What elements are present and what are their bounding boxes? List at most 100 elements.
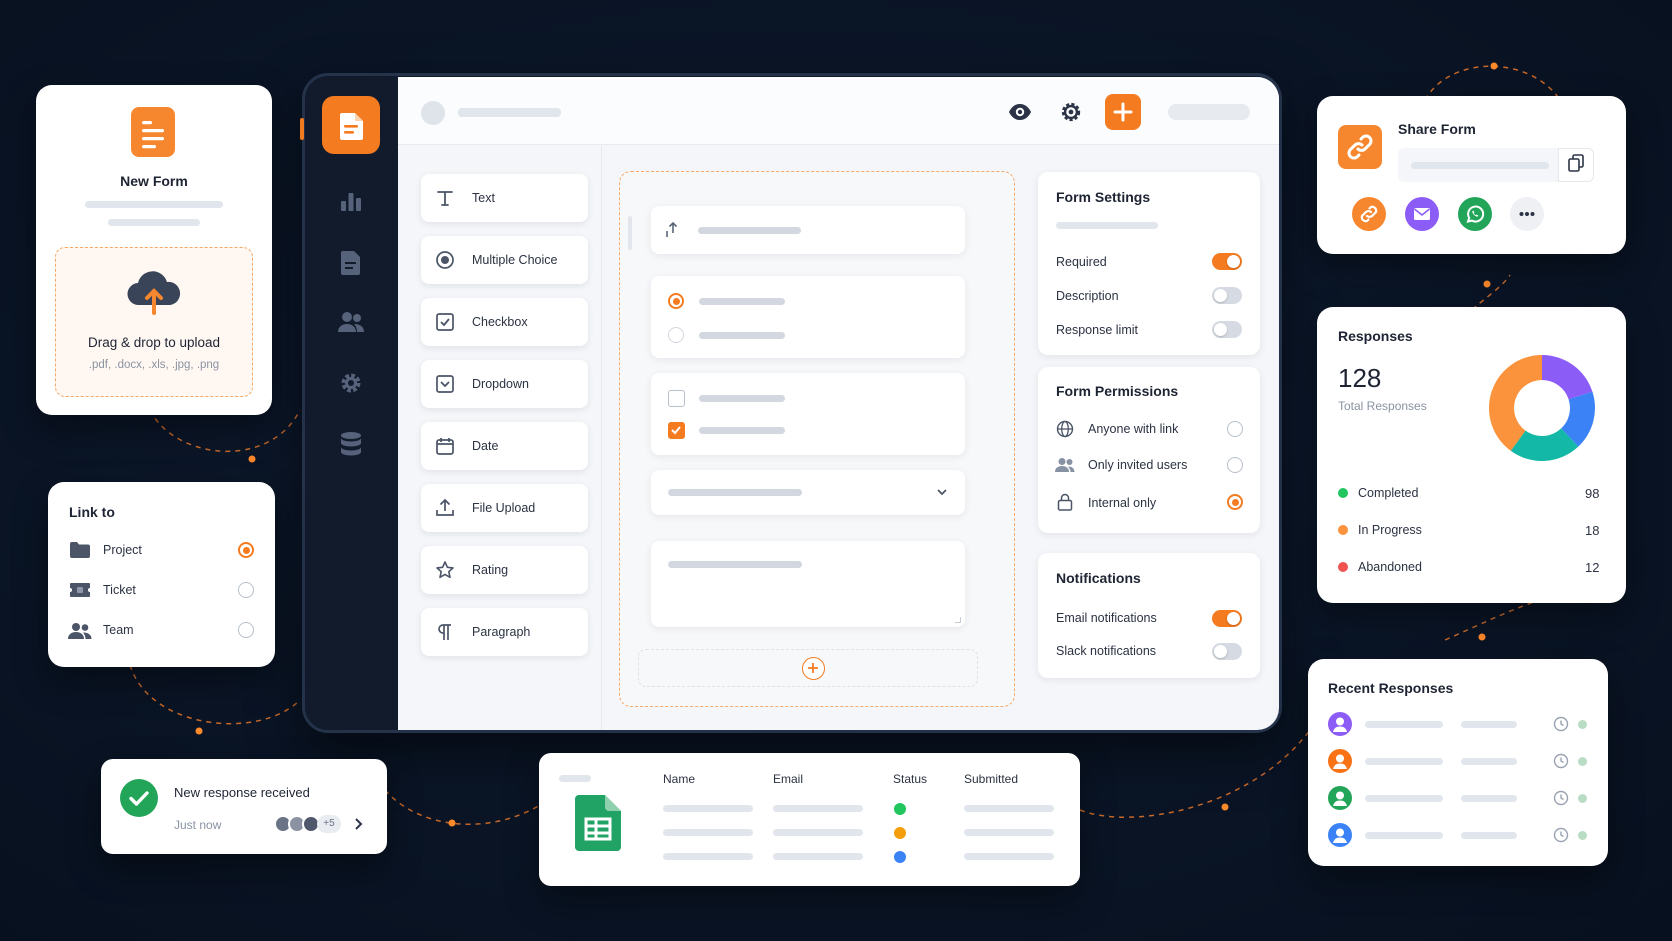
tool-rating[interactable]: Rating xyxy=(421,546,588,594)
list-item[interactable] xyxy=(1328,748,1588,774)
choice-placeholder xyxy=(699,298,785,305)
tool-date[interactable]: Date xyxy=(421,422,588,470)
move-icon xyxy=(665,221,681,239)
tool-label: Paragraph xyxy=(472,625,531,639)
gear-icon[interactable] xyxy=(339,371,363,395)
check-circle-icon xyxy=(120,779,158,817)
lock-icon xyxy=(1057,493,1073,511)
more-icon[interactable] xyxy=(1510,197,1544,231)
recent-responses-title: Recent Responses xyxy=(1328,680,1454,696)
tool-paragraph[interactable]: Paragraph xyxy=(421,608,588,656)
clock-icon xyxy=(1553,753,1569,774)
whatsapp-icon[interactable] xyxy=(1458,197,1492,231)
chart-icon[interactable] xyxy=(339,189,363,213)
checkbox-placeholder xyxy=(699,395,785,402)
checkbox-unchecked[interactable] xyxy=(668,390,685,407)
field-dropdown[interactable] xyxy=(651,470,965,515)
permission-radio-selected[interactable] xyxy=(1227,494,1243,510)
notification-toast[interactable]: New response received Just now +5 xyxy=(101,759,387,854)
settings-gear-icon[interactable] xyxy=(1060,101,1082,123)
tool-text[interactable]: Text xyxy=(421,174,588,222)
eye-icon[interactable] xyxy=(1008,101,1032,123)
sheet-cell xyxy=(663,805,753,812)
form-logo-icon[interactable] xyxy=(322,96,380,154)
add-field-plus-icon[interactable] xyxy=(802,657,825,680)
status-dot xyxy=(894,851,906,863)
stat-dot-abandoned xyxy=(1338,562,1348,572)
sheet-cell xyxy=(964,829,1054,836)
avatar xyxy=(1328,786,1352,810)
setting-label: Response limit xyxy=(1056,323,1138,337)
tool-multiple-choice[interactable]: Multiple Choice xyxy=(421,236,588,284)
database-icon[interactable] xyxy=(339,431,363,457)
description-toggle[interactable] xyxy=(1212,287,1242,304)
stat-label: Abandoned xyxy=(1358,560,1422,574)
chevron-right-icon[interactable] xyxy=(353,817,365,831)
setting-label: Required xyxy=(1056,255,1107,269)
choice-radio-selected[interactable] xyxy=(668,293,684,309)
tool-dropdown[interactable]: Dropdown xyxy=(421,360,588,408)
sheet-cell xyxy=(773,829,863,836)
link-radio[interactable] xyxy=(238,582,254,598)
stat-label: In Progress xyxy=(1358,523,1422,537)
email-notifications-toggle[interactable] xyxy=(1212,610,1242,627)
top-title-placeholder xyxy=(458,108,561,117)
copy-icon[interactable] xyxy=(1558,148,1594,182)
sheet-col-status: Status xyxy=(893,772,928,786)
field-checkbox[interactable] xyxy=(651,373,965,455)
permission-radio[interactable] xyxy=(1227,421,1243,437)
list-item[interactable] xyxy=(1328,785,1588,811)
list-item[interactable] xyxy=(1328,822,1588,848)
notification-title: New response received xyxy=(174,785,310,800)
link-radio[interactable] xyxy=(238,622,254,638)
tool-label: Date xyxy=(472,439,499,453)
email-icon[interactable] xyxy=(1405,197,1439,231)
response-limit-toggle[interactable] xyxy=(1212,321,1242,338)
link-radio-selected[interactable] xyxy=(238,542,254,558)
share-link-placeholder xyxy=(1411,162,1549,169)
permission-label: Only invited users xyxy=(1088,458,1188,472)
document-icon[interactable] xyxy=(339,250,363,276)
field-multiple-choice[interactable] xyxy=(651,276,965,358)
tool-checkbox[interactable]: Checkbox xyxy=(421,298,588,346)
slack-notifications-toggle[interactable] xyxy=(1212,643,1242,660)
required-toggle[interactable] xyxy=(1212,253,1242,270)
permission-label: Anyone with link xyxy=(1088,422,1179,436)
tool-label: Dropdown xyxy=(472,377,529,391)
field-text[interactable] xyxy=(651,206,965,254)
checkbox-placeholder xyxy=(699,427,785,434)
spreadsheet-icon xyxy=(575,795,621,851)
share-form-card: Share Form xyxy=(1317,96,1626,254)
link-label: Ticket xyxy=(103,583,136,597)
users-icon[interactable] xyxy=(337,310,365,334)
field-paragraph[interactable] xyxy=(651,541,965,627)
checkbox-checked[interactable] xyxy=(668,422,685,439)
cloud-upload-icon xyxy=(124,269,184,315)
stat-dot-in-progress xyxy=(1338,525,1348,535)
upload-icon xyxy=(435,498,455,518)
sheet-col-submitted: Submitted xyxy=(964,772,1019,786)
star-icon xyxy=(435,560,455,580)
form-settings-card: Form Settings Required Description Respo… xyxy=(1038,172,1260,355)
link-to-title: Link to xyxy=(69,504,115,520)
plus-icon[interactable] xyxy=(1105,94,1141,130)
users-icon xyxy=(1055,457,1075,473)
share-form-title: Share Form xyxy=(1398,121,1476,137)
globe-icon xyxy=(1056,420,1074,438)
link-label: Team xyxy=(103,623,134,637)
new-form-subtitle-placeholder xyxy=(85,201,223,208)
tool-label: Multiple Choice xyxy=(472,253,558,267)
donut-segment-purple xyxy=(1542,355,1593,400)
sheet-header-placeholder xyxy=(559,775,591,782)
dropdown-placeholder xyxy=(668,489,802,496)
permission-radio[interactable] xyxy=(1227,457,1243,473)
notification-label: Email notifications xyxy=(1056,611,1157,625)
choice-radio[interactable] xyxy=(668,327,684,343)
radio-icon xyxy=(435,250,455,270)
share-link-icon[interactable] xyxy=(1352,197,1386,231)
sidebar xyxy=(305,76,397,730)
setting-label: Description xyxy=(1056,289,1119,303)
tool-file-upload[interactable]: File Upload xyxy=(421,484,588,532)
sheet-cell xyxy=(964,805,1054,812)
list-item[interactable] xyxy=(1328,711,1588,737)
